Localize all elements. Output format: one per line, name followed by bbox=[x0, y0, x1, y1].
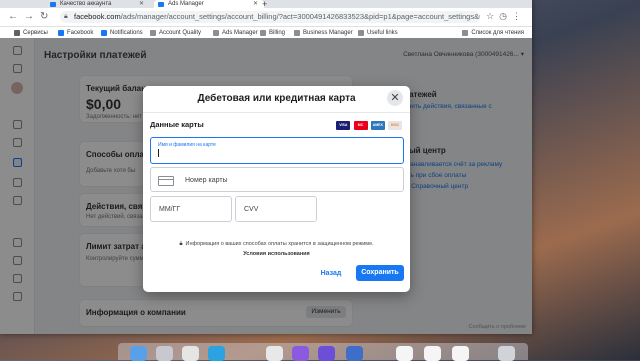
url-host: facebook.com bbox=[74, 12, 121, 21]
close-icon[interactable]: ✕ bbox=[253, 0, 258, 8]
lock-icon: 🔒︎ bbox=[64, 13, 68, 20]
tab-title: Ads Manager bbox=[168, 1, 204, 7]
card-dialog: Дебетовая или кредитная карта ✕ Данные к… bbox=[143, 86, 410, 292]
expiry-placeholder: ММ/ГГ bbox=[159, 206, 181, 213]
forward-arrow-icon[interactable]: → bbox=[24, 11, 34, 22]
cvv-placeholder: CVV bbox=[244, 206, 259, 213]
divider bbox=[143, 112, 410, 113]
tab-bar: Качество аккаунта ✕ Ads Manager ✕ + bbox=[0, 0, 532, 9]
back-button[interactable]: Назад bbox=[318, 267, 344, 280]
security-note: 🔒︎ Информация о ваших способах оплаты хра… bbox=[143, 241, 410, 248]
extensions-icon[interactable]: ☆◷⋮ bbox=[486, 11, 526, 22]
close-icon[interactable]: ✕ bbox=[387, 90, 403, 106]
chrome-icon[interactable] bbox=[266, 346, 283, 361]
discover-logo-icon: DISC bbox=[388, 121, 402, 130]
dialog-title: Дебетовая или кредитная карта bbox=[197, 93, 356, 104]
cardholder-name-input[interactable]: Имя и фамилия на карте bbox=[150, 137, 404, 164]
card-logos: VISA MC AMEX DISC bbox=[335, 119, 402, 130]
card-number-input[interactable]: Номер карты bbox=[150, 167, 404, 192]
browser-toolbar: ← → ↻ 🔒︎ facebook.com/ads/manager/accoun… bbox=[0, 8, 532, 27]
credit-card-icon bbox=[158, 176, 174, 186]
cvv-input[interactable]: CVV bbox=[235, 196, 317, 222]
tab-title: Качество аккаунта bbox=[60, 1, 112, 7]
app-icon[interactable] bbox=[346, 346, 363, 361]
tab-ads-manager[interactable]: Ads Manager ✕ bbox=[154, 0, 264, 8]
yandex-browser-icon[interactable] bbox=[182, 346, 199, 361]
lock-icon: 🔒︎ bbox=[179, 241, 183, 247]
card-details-label: Данные карты bbox=[150, 120, 204, 129]
trash-icon[interactable] bbox=[498, 346, 515, 361]
document-icon[interactable] bbox=[396, 346, 413, 361]
save-button[interactable]: Сохранить bbox=[356, 265, 404, 281]
tab-account-quality[interactable]: Качество аккаунта ✕ bbox=[46, 0, 150, 8]
telegram-icon[interactable] bbox=[208, 346, 225, 361]
security-note-text: Информация о ваших способах оплаты храни… bbox=[185, 241, 374, 247]
mastercard-logo-icon: MC bbox=[353, 121, 368, 130]
document-icon[interactable] bbox=[424, 346, 441, 361]
close-icon[interactable]: ✕ bbox=[139, 0, 144, 8]
app-icon[interactable] bbox=[318, 346, 335, 361]
amex-logo-icon: AMEX bbox=[370, 121, 385, 130]
ads-manager-favicon-icon bbox=[158, 2, 164, 7]
reload-icon[interactable]: ↻ bbox=[40, 11, 48, 22]
terms-link[interactable]: Условия использования bbox=[143, 251, 410, 257]
finder-icon[interactable] bbox=[130, 346, 147, 361]
launchpad-icon[interactable] bbox=[156, 346, 173, 361]
facebook-favicon-icon bbox=[50, 2, 56, 7]
card-number-placeholder: Номер карты bbox=[185, 177, 228, 184]
url-path: /ads/manager/account_settings/account_bi… bbox=[120, 12, 480, 21]
cardholder-name-label: Имя и фамилия на карте bbox=[158, 142, 216, 148]
text-caret bbox=[158, 149, 159, 157]
document-icon[interactable] bbox=[452, 346, 469, 361]
back-arrow-icon[interactable]: ← bbox=[8, 11, 18, 22]
macos-dock bbox=[118, 343, 528, 361]
expiry-input[interactable]: ММ/ГГ bbox=[150, 196, 232, 222]
visa-logo-icon: VISA bbox=[336, 121, 351, 130]
address-bar[interactable]: 🔒︎ facebook.com/ads/manager/account_sett… bbox=[60, 11, 480, 23]
app-icon[interactable] bbox=[292, 346, 309, 361]
